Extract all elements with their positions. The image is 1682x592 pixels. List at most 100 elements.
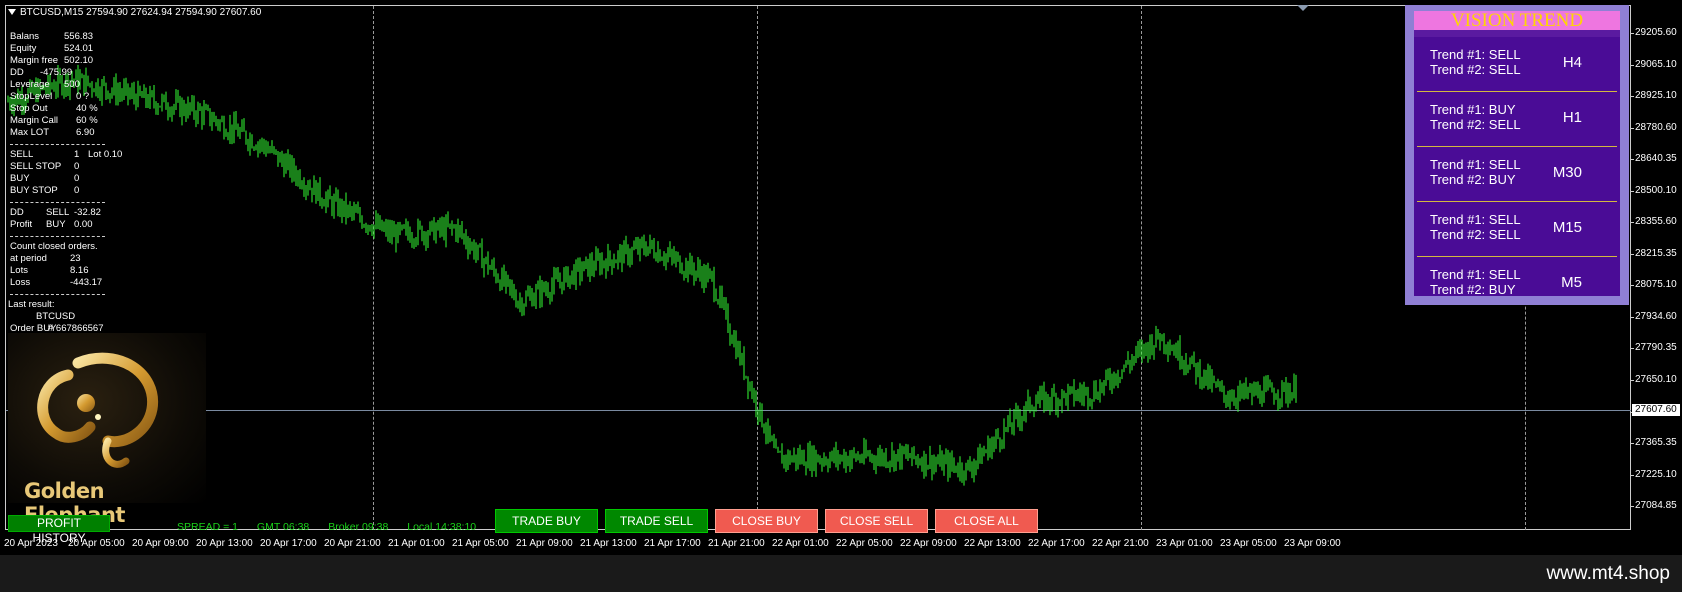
- last-result-symbol: BTCUSD: [36, 311, 76, 322]
- chart-area[interactable]: BTCUSD,M15 27594.90 27624.94 27594.90 27…: [0, 0, 1682, 555]
- info-value: 1: [74, 149, 80, 160]
- timeframe-label: H4: [1562, 54, 1582, 71]
- timeframe-label: M5: [1561, 274, 1582, 291]
- price-tick-label: 28640.35: [1630, 153, 1677, 164]
- time-axis: 20 Apr 2023 20 Apr 05:00 20 Apr 09:00 20 Ap…: [0, 532, 1631, 550]
- trend-text: Trend #2: BUY: [1430, 172, 1516, 187]
- info-row: Lots 8.16: [10, 265, 105, 277]
- symbol-quote: BTCUSD,M15 27594.90 27624.94 27594.90 27…: [20, 7, 262, 18]
- info-label: Max LOT: [10, 127, 50, 138]
- info-row: at period 23: [10, 253, 105, 265]
- info-label: Balans: [10, 31, 40, 42]
- vision-trend-title-bar: [1414, 30, 1620, 37]
- price-tick-label: 27650.10: [1630, 374, 1677, 385]
- info-value: 60 %: [76, 115, 98, 126]
- profit-history-button[interactable]: PROFIT HISTORY: [8, 515, 110, 545]
- price-tick-label: 29065.10: [1630, 59, 1677, 70]
- info-value: 23: [70, 253, 81, 264]
- info-label: BUY STOP: [10, 185, 58, 196]
- price-tick-label: 29205.60: [1630, 27, 1677, 38]
- price-tick-label: 27084.85: [1630, 500, 1677, 511]
- info-value: 8.16: [70, 265, 89, 276]
- trend-text: Trend #2: SELL: [1430, 227, 1521, 242]
- footer-bar: www.mt4.shop: [0, 555, 1682, 592]
- elephant-logo-icon: [37, 352, 160, 468]
- info-label: Loss: [10, 277, 31, 288]
- price-tick-label: 28215.35: [1630, 248, 1677, 259]
- info-row: Balans 556.83: [10, 31, 105, 43]
- timeframe-label: H1: [1562, 109, 1582, 126]
- info-value: -475.99: [40, 67, 73, 78]
- vision-trend-row: Trend #1: SELL Trend #2: SELL H4: [1414, 37, 1620, 92]
- info-label: Leverage: [10, 79, 50, 90]
- close-sell-button[interactable]: CLOSE SELL: [825, 509, 928, 533]
- separator: [10, 202, 105, 203]
- time-tick-label: 22 Apr 13:00: [964, 538, 1021, 549]
- time-tick-label: 20 Apr 21:00: [324, 538, 381, 549]
- time-tick-label: 23 Apr 05:00: [1220, 538, 1277, 549]
- trend-text: Trend #2: SELL: [1430, 62, 1521, 77]
- price-tick-label: 27225.10: [1630, 469, 1677, 480]
- trend-text: Trend #2: SELL: [1430, 117, 1521, 132]
- info-label: SELL STOP: [10, 161, 62, 172]
- close-buy-button[interactable]: CLOSE BUY: [715, 509, 818, 533]
- info-extra: Lot 0.10: [88, 149, 123, 160]
- vision-trend-row: Trend #1: SELL Trend #2: BUY M30: [1414, 147, 1620, 202]
- info-value: -32.82: [74, 207, 101, 218]
- trade-buy-button[interactable]: TRADE BUY: [495, 509, 598, 533]
- time-tick-label: 21 Apr 01:00: [388, 538, 445, 549]
- info-row: DD -32.82 SELL: [10, 207, 105, 219]
- info-label: Profit: [10, 219, 33, 230]
- local-time: Local 14:38:10: [407, 521, 477, 533]
- vision-trend-rows: Trend #1: SELL Trend #2: SELL H4 Trend #1: …: [1414, 37, 1620, 297]
- trade-sell-button[interactable]: TRADE SELL: [605, 509, 708, 533]
- price-tick-label: 28355.60: [1630, 216, 1677, 227]
- price-tick-label: 28075.10: [1630, 279, 1677, 290]
- price-tick-label: 28500.10: [1630, 185, 1677, 196]
- vision-trend-title: VISION TREND: [1414, 11, 1620, 31]
- time-tick-label: 22 Apr 17:00: [1028, 538, 1085, 549]
- price-axis: 29205.60 29065.10 28925.10 28780.60 28640.35…: [1630, 5, 1682, 530]
- timeframe-label: M30: [1552, 164, 1582, 181]
- broker-time: Broker 09:38: [328, 521, 389, 533]
- status-line: SPREAD = 1 GMT 06:38 Broker 09:38 Local …: [177, 521, 492, 533]
- time-tick-label: 22 Apr 01:00: [772, 538, 829, 549]
- time-tick-label: 23 Apr 09:00: [1284, 538, 1341, 549]
- dropdown-triangle-icon: [8, 9, 16, 15]
- info-row: BUY 0: [10, 173, 105, 185]
- vision-trend-row: Trend #1: SELL Trend #2: BUY M5: [1414, 257, 1620, 312]
- info-value: 502.10: [64, 55, 94, 66]
- info-label: Margin Call: [10, 115, 59, 126]
- info-extra: BUY: [46, 219, 66, 230]
- vision-trend-row: Trend #1: SELL Trend #2: SELL M15: [1414, 202, 1620, 257]
- last-result-title: Last result:: [8, 299, 55, 310]
- info-row: SELL STOP 0: [10, 161, 105, 173]
- separator: [10, 144, 105, 145]
- trend-text: Trend #1: SELL: [1430, 47, 1521, 62]
- info-row: Loss -443.17: [10, 277, 105, 289]
- time-tick-label: 22 Apr 21:00: [1092, 538, 1149, 549]
- time-tick-label: 20 Apr 17:00: [260, 538, 317, 549]
- info-label: SELL: [10, 149, 34, 160]
- symbol-header: BTCUSD,M15 27594.90 27624.94 27594.90 27…: [8, 7, 261, 18]
- info-value: -443.17: [70, 277, 103, 288]
- timeframe-label: M15: [1552, 219, 1582, 236]
- close-all-button[interactable]: CLOSE ALL: [935, 509, 1038, 533]
- info-extra: SELL: [46, 207, 70, 218]
- info-row: Profit 0.00 BUY: [10, 219, 105, 231]
- site-url[interactable]: www.mt4.shop: [1546, 563, 1670, 585]
- time-tick-label: 23 Apr 01:00: [1156, 538, 1213, 549]
- time-tick-label: 21 Apr 13:00: [580, 538, 637, 549]
- time-tick-label: 20 Apr 09:00: [132, 538, 189, 549]
- info-value: 40 %: [76, 103, 98, 114]
- info-row: Leverage 500: [10, 79, 105, 91]
- golden-elephant-logo: Golden Elephant: [8, 333, 206, 527]
- info-value: 556.83: [64, 31, 94, 42]
- info-row: StopLevel 0 ?: [10, 91, 105, 103]
- info-row: Stop Out 40 %: [10, 103, 105, 115]
- price-tick-label: 27790.35: [1630, 342, 1677, 353]
- vision-trend-panel: VISION TREND Trend #1: SELL Trend #2: SEL…: [1405, 5, 1629, 305]
- trend-text: Trend #1: SELL: [1430, 212, 1521, 227]
- time-tick-label: 21 Apr 17:00: [644, 538, 701, 549]
- vision-trend-row: Trend #1: BUY Trend #2: SELL H1: [1414, 92, 1620, 147]
